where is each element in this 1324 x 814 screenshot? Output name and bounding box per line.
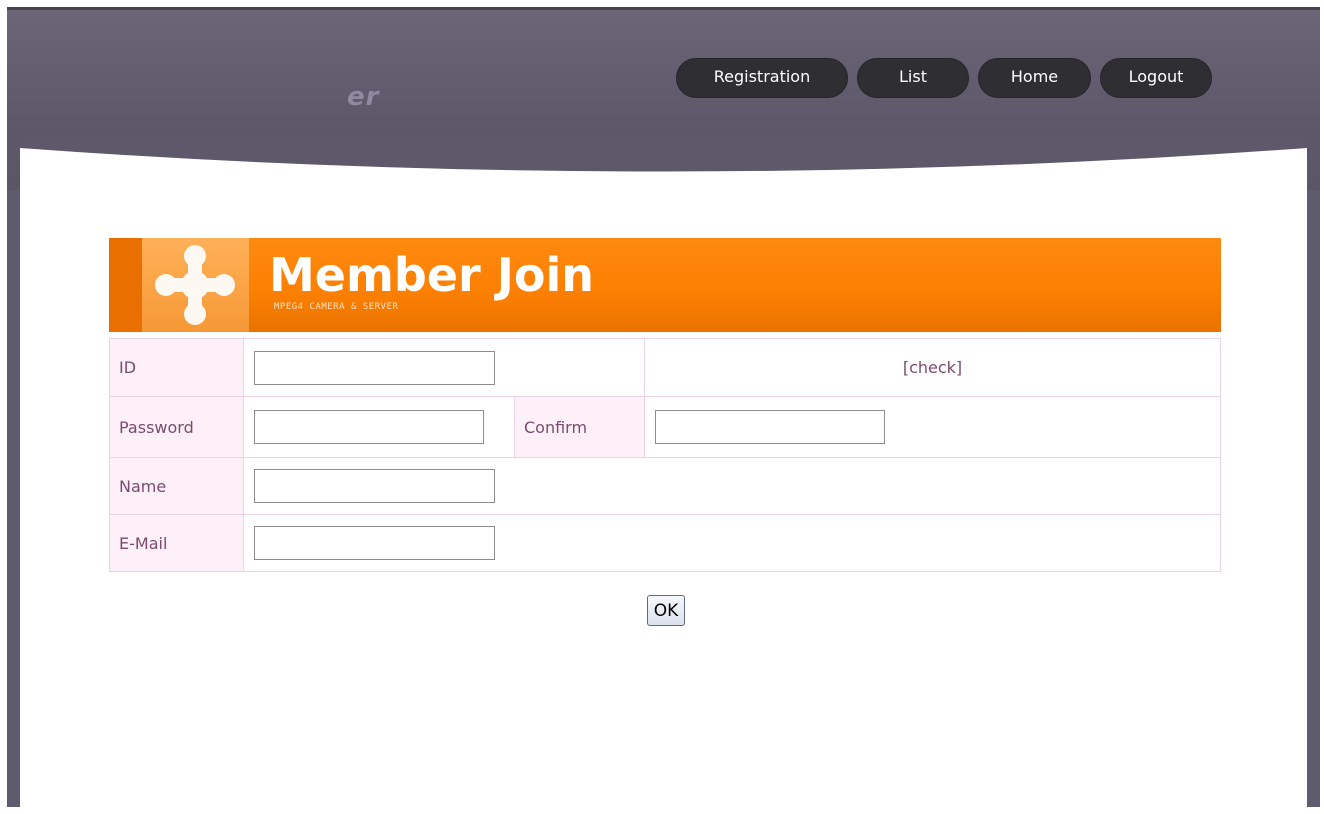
confirm-field-cell (644, 396, 1221, 458)
header-curve (20, 140, 1307, 172)
form-row-email: E-Mail (109, 514, 1221, 572)
form-row-password: Password Confirm (109, 396, 1221, 458)
password-label: Password (109, 396, 244, 458)
top-nav: Registration List Home Logout (676, 58, 1212, 98)
check-id-link[interactable]: [check] (644, 338, 1221, 397)
page-title: Member Join (269, 248, 594, 302)
name-field-cell (243, 457, 1221, 515)
name-label: Name (109, 457, 244, 515)
member-join-banner: Member Join MPEG4 CAMERA & SERVER (109, 238, 1221, 332)
nav-home-button[interactable]: Home (978, 58, 1091, 98)
confirm-password-input[interactable] (655, 410, 885, 444)
nav-list-button[interactable]: List (857, 58, 969, 98)
ok-button-wrap: OK (647, 595, 685, 626)
banner-logo-box (142, 238, 249, 332)
id-label: ID (109, 338, 244, 397)
password-input[interactable] (254, 410, 484, 444)
content-area: Member Join MPEG4 CAMERA & SERVER ID [ch… (20, 140, 1307, 807)
ok-button[interactable]: OK (647, 595, 685, 626)
member-join-form: ID [check] Password Confirm Name E-Mail (109, 338, 1221, 572)
form-row-name: Name (109, 457, 1221, 515)
email-field-cell (243, 514, 1221, 572)
id-field-cell (243, 338, 645, 397)
logo: er (347, 82, 380, 112)
form-row-id: ID [check] (109, 338, 1221, 397)
confirm-label: Confirm (514, 396, 645, 458)
email-label: E-Mail (109, 514, 244, 572)
name-input[interactable] (254, 469, 495, 503)
flower-logo-icon (155, 245, 235, 325)
app-frame: er Registration List Home Logout Member … (7, 7, 1320, 807)
nav-registration-button[interactable]: Registration (676, 58, 848, 98)
email-input[interactable] (254, 526, 495, 560)
password-field-cell (243, 396, 515, 458)
id-input[interactable] (254, 350, 495, 385)
nav-logout-button[interactable]: Logout (1100, 58, 1212, 98)
banner-stripe (109, 238, 142, 332)
page-subtitle: MPEG4 CAMERA & SERVER (274, 302, 399, 312)
